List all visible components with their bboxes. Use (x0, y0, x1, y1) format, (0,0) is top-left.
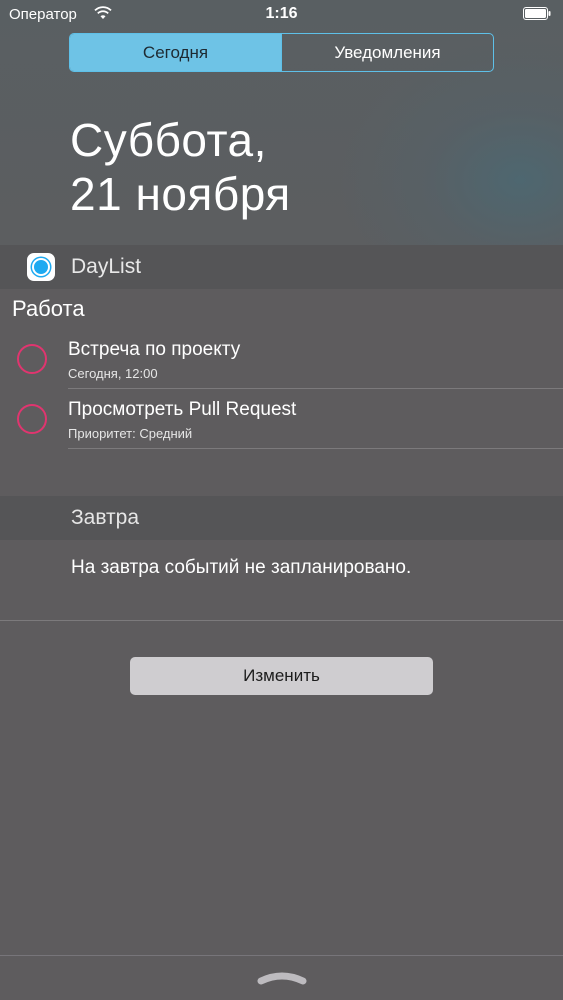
status-bar: Оператор 1:16 (0, 0, 563, 30)
section-divider (0, 620, 563, 621)
edit-button[interactable]: Изменить (130, 657, 433, 695)
task-item[interactable]: Встреча по проекту Сегодня, 12:00 (0, 330, 563, 389)
view-segmented-control: Сегодня Уведомления (69, 33, 494, 72)
tomorrow-title: Завтра (71, 506, 140, 529)
widget-header[interactable]: DayList (0, 245, 563, 289)
task-divider (68, 388, 563, 389)
task-subtitle: Сегодня, 12:00 (68, 366, 158, 381)
task-subtitle: Приоритет: Средний (68, 426, 193, 441)
tab-today[interactable]: Сегодня (70, 34, 281, 71)
task-title: Встреча по проекту (68, 339, 241, 360)
section-title: Работа (12, 296, 85, 321)
task-title: Просмотреть Pull Request (68, 399, 297, 420)
battery-icon (523, 7, 551, 20)
task-item[interactable]: Просмотреть Pull Request Приоритет: Сред… (0, 390, 563, 449)
task-checkbox-icon[interactable] (17, 344, 47, 374)
tomorrow-empty-message: На завтра событий не запланировано. (71, 557, 412, 578)
daylist-app-icon (27, 253, 55, 281)
bottom-divider (0, 955, 563, 956)
task-checkbox-icon[interactable] (17, 404, 47, 434)
task-divider (68, 448, 563, 449)
tab-notifications[interactable]: Уведомления (281, 34, 493, 71)
status-time: 1:16 (265, 5, 298, 22)
widget-app-name: DayList (71, 255, 142, 278)
date-weekday: Суббота, (70, 114, 267, 166)
date-day-month: 21 ноября (70, 168, 291, 220)
date-header: Суббота, 21 ноября (70, 113, 291, 221)
tomorrow-header: Завтра (0, 496, 563, 540)
grabber-handle-icon[interactable] (256, 970, 308, 986)
